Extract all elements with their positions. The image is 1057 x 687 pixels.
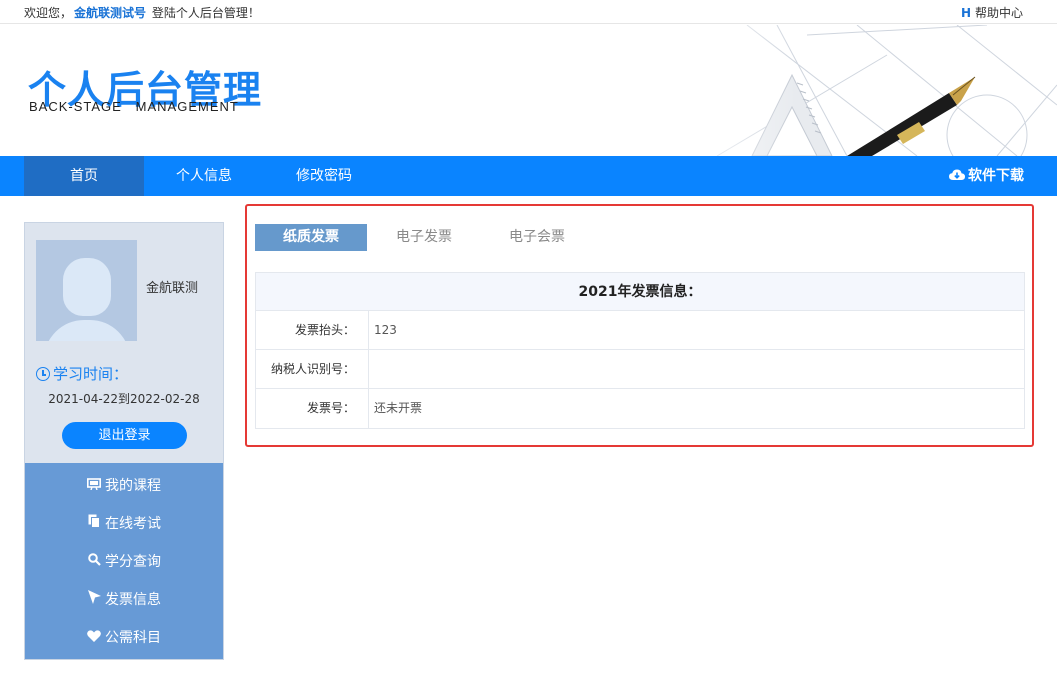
logout-button[interactable]: 退出登录 bbox=[62, 422, 187, 449]
tab-electronic-invoice[interactable]: 电子发票 bbox=[368, 224, 480, 251]
study-time-heading: 学习时间： bbox=[36, 363, 128, 384]
avatar-head bbox=[63, 258, 111, 316]
avatar bbox=[36, 240, 137, 341]
top-bar: 欢迎您， 金航联测试号 登陆个人后台管理！ H 帮助中心 bbox=[0, 0, 1057, 24]
user-name: 金航联测 bbox=[146, 281, 199, 296]
pen-ruler-illustration bbox=[657, 25, 1057, 156]
welcome-prefix: 欢迎您， bbox=[24, 6, 73, 20]
sidebar-item-label: 发票信息 bbox=[105, 592, 161, 608]
invoice-table-title: 2021年发票信息： bbox=[256, 273, 1024, 311]
sidebar-item-invoice-info[interactable]: 发票信息 bbox=[25, 581, 223, 619]
table-row: 发票号： 还未开票 bbox=[256, 389, 1024, 428]
sidebar-menu: 我的课程 在线考试 学分查询 发票信息 公需科目 bbox=[25, 463, 223, 659]
software-download-link[interactable]: 软件下载 bbox=[949, 156, 1024, 196]
table-row: 纳税人识别号： bbox=[256, 350, 1024, 389]
sidebar-item-label: 在线考试 bbox=[105, 516, 161, 532]
sidebar-item-label: 我的课程 bbox=[105, 478, 161, 494]
invoice-number-value: 还未开票 bbox=[374, 401, 423, 415]
sidebar-item-label: 公需科目 bbox=[105, 630, 161, 646]
nav-personal-info[interactable]: 个人信息 bbox=[144, 156, 264, 196]
cloud-download-icon bbox=[949, 169, 965, 180]
header-banner: 个人后台管理 BACK-STAGE MANAGEMENT bbox=[0, 25, 1057, 156]
help-center-link[interactable]: H 帮助中心 bbox=[961, 4, 1023, 21]
tab-electronic-conference-invoice[interactable]: 电子会票 bbox=[481, 224, 593, 251]
sidebar-item-my-courses[interactable]: 我的课程 bbox=[25, 467, 223, 505]
clock-icon bbox=[36, 367, 50, 381]
study-time-label: 学习时间： bbox=[53, 365, 129, 383]
welcome-suffix: 登陆个人后台管理！ bbox=[148, 6, 260, 20]
cursor-icon bbox=[87, 582, 101, 620]
invoice-panel: 纸质发票 电子发票 电子会票 2021年发票信息： 发票抬头： 123 纳税人识… bbox=[245, 204, 1034, 447]
username-link[interactable]: 金航联测试号 bbox=[74, 6, 146, 20]
nav-change-password[interactable]: 修改密码 bbox=[264, 156, 384, 196]
welcome-message: 欢迎您， 金航联测试号 登陆个人后台管理！ bbox=[24, 4, 260, 21]
exam-icon bbox=[87, 506, 101, 544]
search-icon bbox=[87, 544, 101, 582]
sidebar-item-online-exam[interactable]: 在线考试 bbox=[25, 505, 223, 543]
software-download-label: 软件下载 bbox=[968, 168, 1024, 184]
help-icon: H bbox=[960, 6, 971, 20]
user-sidebar: 金航联测 学习时间： 2021-04-22到2022-02-28 退出登录 我的… bbox=[24, 222, 224, 660]
site-subtitle: BACK-STAGE MANAGEMENT bbox=[29, 99, 239, 114]
heart-icon bbox=[87, 620, 101, 658]
table-row: 发票抬头： 123 bbox=[256, 311, 1024, 350]
study-time-range: 2021-04-22到2022-02-28 bbox=[48, 392, 200, 406]
invoice-title-value: 123 bbox=[374, 323, 397, 337]
main-nav: 首页 个人信息 修改密码 软件下载 bbox=[0, 156, 1057, 196]
avatar-body bbox=[44, 320, 130, 341]
sidebar-item-public-subjects[interactable]: 公需科目 bbox=[25, 619, 223, 657]
invoice-number-label: 发票号： bbox=[256, 389, 369, 428]
invoice-title-label: 发票抬头： bbox=[256, 311, 369, 350]
taxpayer-id-label: 纳税人识别号： bbox=[256, 350, 369, 389]
invoice-info-table: 2021年发票信息： 发票抬头： 123 纳税人识别号： 发票号： 还未开票 bbox=[255, 272, 1025, 429]
sidebar-item-credit-query[interactable]: 学分查询 bbox=[25, 543, 223, 581]
sidebar-item-label: 学分查询 bbox=[105, 554, 161, 570]
nav-home[interactable]: 首页 bbox=[24, 156, 144, 196]
course-icon bbox=[87, 468, 101, 506]
tab-paper-invoice[interactable]: 纸质发票 bbox=[255, 224, 367, 251]
help-center-label: 帮助中心 bbox=[974, 6, 1023, 20]
